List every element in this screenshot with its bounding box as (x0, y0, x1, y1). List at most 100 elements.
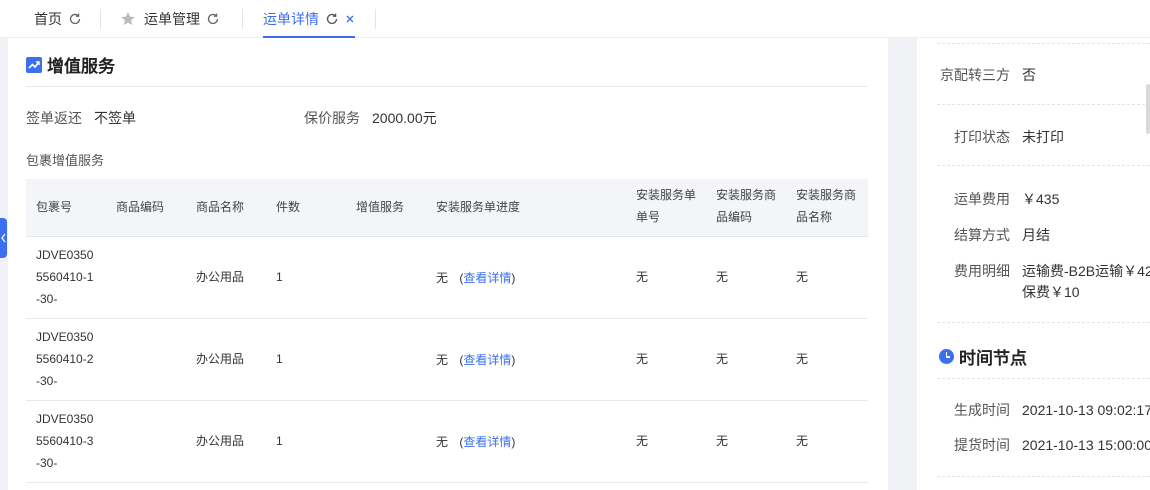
col-header: 增值服务 (356, 200, 405, 214)
created-time-field: 生成时间 2021-10-13 09:02:17 (917, 400, 1150, 420)
col-header: 件数 (276, 200, 301, 214)
install-order-no: 无 (636, 434, 649, 448)
col-header: 商品名称 (196, 200, 245, 214)
product-name: 办公用品 (196, 434, 245, 448)
refresh-icon[interactable] (68, 12, 82, 26)
install-progress-value: 无 (436, 271, 449, 285)
install-goods-name: 无 (796, 270, 809, 284)
scrollbar-thumb[interactable] (1146, 84, 1150, 134)
divider (937, 322, 1150, 323)
table-row: JDVE0350 5560410-3 -30- 办公用品 1 无 (查看详情) … (26, 401, 868, 483)
tab-home-label: 首页 (34, 11, 62, 27)
col-header: 包裹号 (36, 200, 73, 214)
package-number-line: -30- (36, 456, 58, 470)
freight-label: 运单费用 (954, 191, 1010, 207)
tab-waybill-management[interactable]: 运单管理 (120, 0, 220, 38)
value-added-panel: 增值服务 签单返还 不签单 保价服务 2000.00元 包裹增值服务 包裹号 商品编… (8, 38, 888, 490)
time-nodes-title: 时间节点 (959, 349, 1027, 368)
insurance-label: 保价服务 (304, 110, 360, 126)
jd-transfer-label: 京配转三方 (940, 67, 1010, 83)
tab-separator (375, 9, 376, 29)
close-icon[interactable] (345, 14, 355, 24)
clock-icon (939, 349, 954, 364)
section-title-time-nodes: 时间节点 (939, 344, 1027, 369)
package-number: JDVE0350 5560410-1 -30- (36, 244, 93, 310)
pickup-time-field: 提货时间 2021-10-13 15:00:00 (917, 435, 1150, 455)
tab-bar: 首页 运单管理 运单详情 (0, 0, 1150, 38)
install-goods-code: 无 (716, 434, 729, 448)
fee-detail-line2: 保费￥10 (1022, 284, 1080, 300)
tab-waybill-detail-label: 运单详情 (263, 11, 319, 27)
package-number: JDVE0350 5560410-3 -30- (36, 408, 93, 474)
sign-return-label: 签单返还 (26, 110, 82, 126)
created-time-label: 生成时间 (954, 402, 1010, 418)
sign-return-field: 签单返还 不签单 (26, 108, 136, 128)
print-status-field: 打印状态 未打印 (917, 127, 1064, 147)
package-number-line: 5560410-1 (36, 270, 94, 284)
star-icon[interactable] (120, 11, 136, 27)
sign-return-value: 不签单 (94, 110, 136, 126)
table-row: JDVE0350 5560410-1 -30- 办公用品 1 无 (查看详情) … (26, 237, 868, 319)
table-header: 包裹号 商品编码 商品名称 件数 增值服务 安装服务单进度 安装服务单单号 安装… (26, 179, 868, 237)
settle-field: 结算方式 月结 (917, 225, 1050, 245)
sidebar-toggle[interactable] (0, 218, 7, 258)
fee-detail-field: 费用明细 运输费-B2B运输￥425 (917, 261, 1150, 281)
section-title-value-added: 增值服务 (26, 52, 115, 77)
col-header: 商品编码 (116, 200, 165, 214)
package-service-table: 包裹号 商品编码 商品名称 件数 增值服务 安装服务单进度 安装服务单单号 安装… (26, 179, 868, 483)
package-number-line: -30- (36, 374, 58, 388)
fee-detail-field-cont: 保费￥10 (1022, 282, 1080, 302)
insurance-field: 保价服务 2000.00元 (304, 108, 437, 128)
view-detail-link[interactable]: 查看详情 (463, 435, 511, 449)
fee-detail-line1: 运输费-B2B运输￥425 (1022, 263, 1150, 279)
package-number-line: JDVE0350 (36, 248, 94, 262)
tab-home[interactable]: 首页 (34, 0, 82, 38)
waybill-info-panel: 京配转三方否 打印状态 未打印 运单费用 ￥435 结算方式 月结 费用明细 运输费-B… (917, 38, 1150, 490)
divider (937, 165, 1150, 166)
chevron-left-icon (1, 233, 6, 243)
divider (937, 104, 1150, 105)
print-status-value: 未打印 (1022, 129, 1064, 145)
divider (937, 476, 1150, 477)
divider (26, 86, 868, 87)
created-time-value: 2021-10-13 09:02:17 (1022, 402, 1150, 418)
divider (937, 43, 1150, 44)
view-detail-link[interactable]: 查看详情 (463, 271, 511, 285)
package-number-line: 5560410-3 (36, 434, 94, 448)
col-header: 安装服务单单号 (636, 188, 697, 224)
pickup-time-label: 提货时间 (954, 437, 1010, 453)
view-detail-link[interactable]: 查看详情 (463, 353, 511, 367)
tab-waybill-detail[interactable]: 运单详情 (263, 0, 355, 38)
tab-waybill-management-label: 运单管理 (144, 11, 200, 27)
item-count: 1 (276, 270, 283, 284)
trend-chart-icon (26, 56, 42, 73)
settle-value: 月结 (1022, 227, 1050, 243)
install-goods-name: 无 (796, 434, 809, 448)
install-progress-value: 无 (436, 353, 449, 367)
print-status-label: 打印状态 (954, 129, 1010, 145)
settle-label: 结算方式 (954, 227, 1010, 243)
tab-separator (242, 9, 243, 29)
install-progress: 无 (查看详情) (436, 271, 516, 285)
freight-field: 运单费用 ￥435 (917, 189, 1059, 209)
jd-transfer-field: 京配转三方否 (917, 65, 1036, 85)
install-progress: 无 (查看详情) (436, 435, 516, 449)
install-goods-code: 无 (716, 270, 729, 284)
item-count: 1 (276, 352, 283, 366)
install-goods-code: 无 (716, 352, 729, 366)
item-count: 1 (276, 434, 283, 448)
install-goods-name: 无 (796, 352, 809, 366)
package-number-line: -30- (36, 292, 58, 306)
refresh-icon[interactable] (325, 12, 339, 26)
package-number-line: 5560410-2 (36, 352, 94, 366)
package-number-line: JDVE0350 (36, 330, 94, 344)
product-name: 办公用品 (196, 270, 245, 284)
install-progress-value: 无 (436, 435, 449, 449)
col-header: 安装服务单进度 (436, 200, 521, 214)
install-order-no: 无 (636, 352, 649, 366)
tab-separator (100, 9, 101, 29)
jd-transfer-value: 否 (1022, 67, 1036, 83)
freight-value: ￥435 (1022, 191, 1060, 207)
product-name: 办公用品 (196, 352, 245, 366)
refresh-icon[interactable] (206, 12, 220, 26)
